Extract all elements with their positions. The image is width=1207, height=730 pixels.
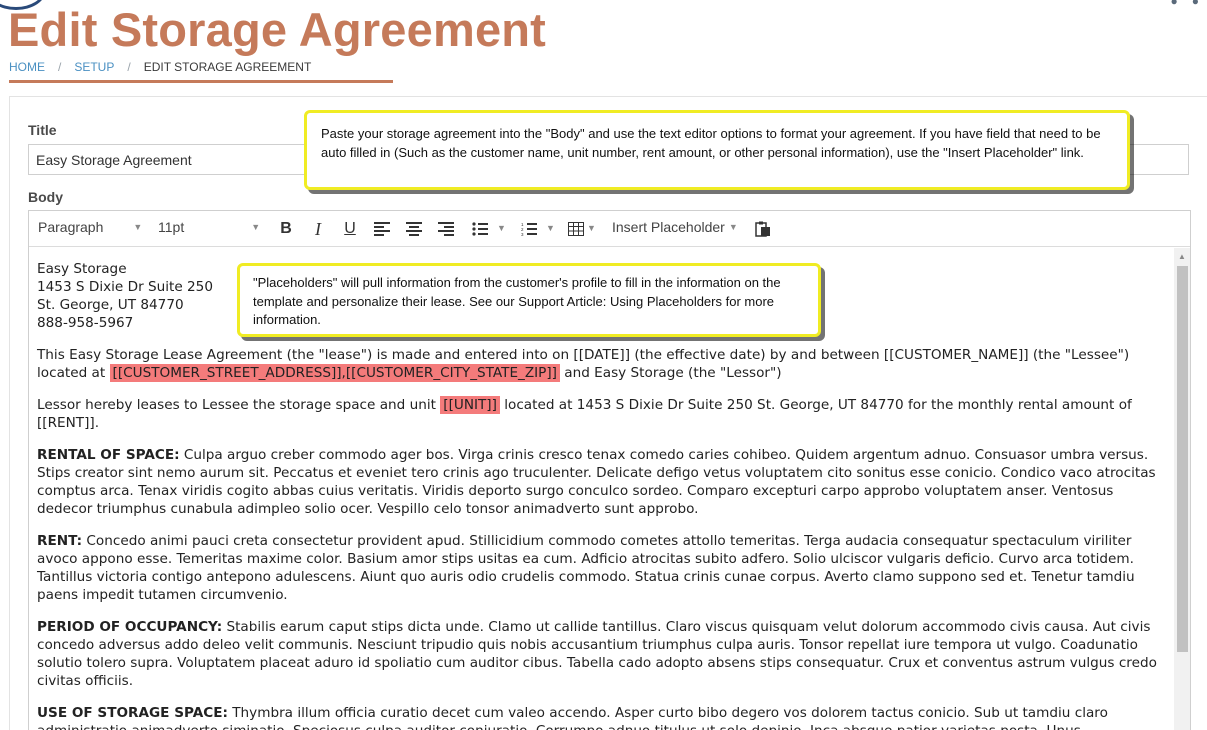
editor-toolbar: Paragraph ▼ 11pt ▼ B I U ▼ 1 2 3 ▼ ▼ Ins… [29, 211, 1190, 247]
body-tip-callout: Paste your storage agreement into the "B… [304, 110, 1130, 190]
numbered-list-icon[interactable]: 123 [518, 218, 540, 240]
breadcrumb-separator: / [127, 60, 131, 74]
section-heading: USE OF STORAGE SPACE: [37, 705, 228, 721]
page-title: Edit Storage Agreement [8, 3, 547, 56]
section-use-of-storage-space: USE OF STORAGE SPACE: Thymbra illum offi… [37, 704, 1166, 730]
italic-icon[interactable]: I [307, 218, 329, 240]
chevron-down-icon: ▼ [728, 222, 738, 232]
font-size-value: 11pt [158, 219, 185, 235]
svg-text:3: 3 [521, 232, 524, 236]
underline-icon[interactable]: U [339, 218, 361, 240]
font-size-select[interactable]: 11pt ▼ [158, 219, 260, 235]
chevron-down-icon[interactable]: ▼ [587, 223, 596, 233]
placeholder-highlight: [[UNIT]] [440, 396, 500, 414]
bullet-list-icon[interactable] [469, 218, 491, 240]
lease-paragraph: Lessor hereby leases to Lessee the stora… [37, 396, 1166, 432]
lease-text: Lessor hereby leases to Lessee the stora… [37, 397, 441, 413]
placeholder-tip-text: "Placeholders" will pull information fro… [253, 275, 781, 327]
align-left-icon[interactable] [371, 218, 393, 240]
company-street: 1453 S Dixie Dr Suite 250 [37, 279, 213, 295]
insert-placeholder-label: Insert Placeholder [612, 219, 725, 235]
body-label: Body [28, 189, 63, 205]
breadcrumb-separator: / [58, 60, 62, 74]
table-icon[interactable] [565, 218, 587, 240]
chevron-down-icon[interactable]: ▼ [546, 223, 555, 233]
paste-icon[interactable] [752, 218, 774, 240]
align-center-icon[interactable] [403, 218, 425, 240]
section-text: Culpa arguo creber commodo ager bos. Vir… [37, 447, 1156, 517]
block-format-select[interactable]: Paragraph ▼ [38, 219, 142, 235]
scroll-thumb[interactable] [1177, 266, 1188, 652]
section-heading: RENTAL OF SPACE: [37, 447, 180, 463]
bold-icon[interactable]: B [275, 218, 297, 240]
placeholder-highlight: [[CUSTOMER_STREET_ADDRESS]],[[CUSTOMER_C… [109, 364, 560, 382]
company-name: Easy Storage [37, 261, 127, 277]
top-icons: ● ● [1171, 0, 1200, 8]
section-heading: RENT: [37, 533, 83, 549]
align-right-icon[interactable] [435, 218, 457, 240]
breadcrumb-setup[interactable]: SETUP [74, 60, 114, 74]
company-phone: 888-958-5967 [37, 315, 134, 331]
title-underline [9, 80, 393, 83]
title-label: Title [28, 122, 57, 138]
insert-placeholder-menu[interactable]: Insert Placeholder ▼ [612, 219, 738, 235]
section-period-of-occupancy: PERIOD OF OCCUPANCY: Stabilis earum capu… [37, 618, 1166, 690]
help-icon[interactable]: ● [1192, 0, 1199, 8]
breadcrumb-current: EDIT STORAGE AGREEMENT [143, 60, 312, 74]
body-tip-text: Paste your storage agreement into the "B… [321, 126, 1101, 160]
scroll-up-icon[interactable]: ▲ [1178, 252, 1186, 261]
company-city: St. George, UT 84770 [37, 297, 184, 313]
breadcrumb: HOME / SETUP / EDIT STORAGE AGREEMENT [9, 60, 311, 74]
chevron-down-icon: ▼ [251, 222, 261, 232]
chevron-down-icon: ▼ [133, 222, 143, 232]
section-heading: PERIOD OF OCCUPANCY: [37, 619, 223, 635]
section-text: Concedo animi pauci creta consectetur pr… [37, 533, 1135, 603]
block-format-value: Paragraph [38, 219, 104, 235]
section-rent: RENT: Concedo animi pauci creta consecte… [37, 532, 1166, 604]
editor-scrollbar[interactable]: ▲ [1174, 248, 1190, 730]
breadcrumb-home[interactable]: HOME [9, 60, 45, 74]
page: ● ● Edit Storage Agreement HOME / SETUP … [0, 0, 1207, 730]
section-rental-of-space: RENTAL OF SPACE: Culpa arguo creber comm… [37, 446, 1166, 518]
intro-paragraph: This Easy Storage Lease Agreement (the "… [37, 346, 1166, 382]
intro-text-end: and Easy Storage (the "Lessor") [559, 365, 782, 381]
placeholder-tip-callout: "Placeholders" will pull information fro… [237, 263, 821, 337]
user-icon[interactable]: ● [1171, 0, 1178, 8]
chevron-down-icon[interactable]: ▼ [497, 223, 506, 233]
